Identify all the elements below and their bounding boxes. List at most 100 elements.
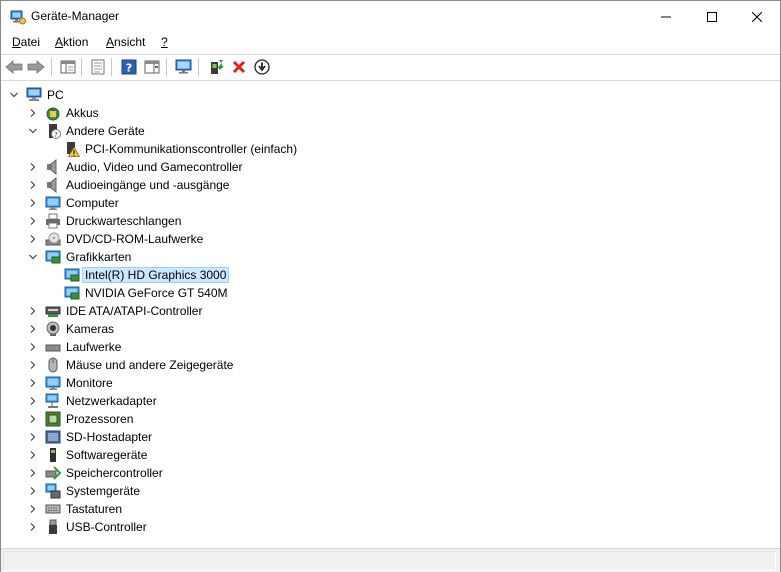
chevron-right-icon[interactable] bbox=[26, 411, 40, 427]
chevron-right-icon[interactable] bbox=[26, 393, 40, 409]
show-hide-console-tree-icon bbox=[60, 60, 76, 74]
tree-node-label: Grafikkarten bbox=[66, 250, 132, 264]
chevron-right-icon[interactable] bbox=[26, 357, 40, 373]
storage-controller-icon bbox=[45, 466, 61, 480]
printer-icon bbox=[46, 213, 60, 229]
close-button[interactable] bbox=[734, 1, 780, 32]
monitor-icon bbox=[45, 376, 61, 390]
tree-node-akkus[interactable]: Akkus bbox=[2, 104, 779, 122]
show-hide-console-tree-button[interactable] bbox=[58, 57, 78, 77]
menu-ansicht[interactable]: Ansicht bbox=[104, 35, 147, 49]
menu-datei-mnemonic: D bbox=[12, 35, 21, 49]
tree-node-monitore[interactable]: Monitore bbox=[2, 374, 779, 392]
chevron-right-icon[interactable] bbox=[26, 105, 40, 121]
menu-datei[interactable]: Datei bbox=[10, 35, 42, 49]
sd-host-icon bbox=[45, 430, 61, 444]
tree-node-netzwerkadapter[interactable]: Netzwerkadapter bbox=[2, 392, 779, 410]
chevron-right-icon[interactable] bbox=[26, 195, 40, 211]
tree-node-label: Audio, Video und Gamecontroller bbox=[66, 160, 243, 174]
speaker-icon bbox=[47, 177, 57, 193]
uninstall-device-button[interactable] bbox=[229, 57, 249, 77]
disk-drive-icon bbox=[45, 344, 61, 352]
device-manager-window: Geräte-Manager Datei Aktion Ansicht ? ? … bbox=[0, 0, 781, 572]
tree-node-systemgeraete[interactable]: Systemgeräte bbox=[2, 482, 779, 500]
disable-device-icon bbox=[254, 59, 270, 75]
menu-ansicht-label: nsicht bbox=[114, 35, 146, 49]
maximize-button[interactable] bbox=[689, 1, 735, 32]
keyboard-icon bbox=[45, 504, 61, 514]
tree-node-label: Speichercontroller bbox=[66, 466, 163, 480]
scan-hardware-icon bbox=[175, 59, 192, 74]
disable-device-button[interactable] bbox=[252, 57, 272, 77]
device-tree[interactable]: PC Akkus ? Andere Geräte PCI-Kommunikati… bbox=[2, 83, 779, 545]
tree-node-grafikkarten[interactable]: Grafikkarten bbox=[2, 248, 779, 266]
chevron-right-icon[interactable] bbox=[26, 231, 40, 247]
tree-node-tastaturen[interactable]: Tastaturen bbox=[2, 500, 779, 518]
device-manager-icon bbox=[10, 10, 26, 25]
battery-icon bbox=[46, 107, 60, 121]
chevron-right-icon[interactable] bbox=[26, 501, 40, 517]
tree-node-prozessoren[interactable]: Prozessoren bbox=[2, 410, 779, 428]
help-button[interactable]: ? bbox=[119, 57, 139, 77]
tree-node-label: Audioeingänge und -ausgänge bbox=[66, 178, 230, 192]
tree-node-label: Druckwarteschlangen bbox=[66, 214, 182, 228]
tree-node-andere-geraete[interactable]: ? Andere Geräte bbox=[2, 122, 779, 140]
back-button[interactable] bbox=[4, 57, 24, 77]
toolbar-separator bbox=[81, 58, 82, 76]
tree-node-audio-io[interactable]: Audioeingänge und -ausgänge bbox=[2, 176, 779, 194]
tree-node-audio-video[interactable]: Audio, Video und Gamecontroller bbox=[2, 158, 779, 176]
properties-button[interactable] bbox=[88, 57, 108, 77]
tree-node-nvidia-geforce[interactable]: NVIDIA GeForce GT 540M bbox=[2, 284, 779, 302]
tree-node-intel-hd-graphics[interactable]: Intel(R) HD Graphics 3000 bbox=[2, 266, 779, 284]
chevron-right-icon[interactable] bbox=[26, 429, 40, 445]
chevron-right-icon[interactable] bbox=[26, 321, 40, 337]
chevron-right-icon[interactable] bbox=[26, 177, 40, 193]
chevron-down-icon[interactable] bbox=[26, 123, 40, 139]
menu-help[interactable]: ? bbox=[159, 35, 170, 49]
tree-node-usb-controller[interactable]: USB-Controller bbox=[2, 518, 779, 536]
forward-icon bbox=[27, 60, 45, 74]
tree-node-laufwerke[interactable]: Laufwerke bbox=[2, 338, 779, 356]
tree-node-sd-hostadapter[interactable]: SD-Hostadapter bbox=[2, 428, 779, 446]
tree-node-druckwarteschlangen[interactable]: Druckwarteschlangen bbox=[2, 212, 779, 230]
toolbar-separator bbox=[166, 58, 167, 76]
svg-text:?: ? bbox=[54, 131, 58, 139]
tree-node-kameras[interactable]: Kameras bbox=[2, 320, 779, 338]
usb-icon bbox=[49, 519, 57, 534]
chevron-right-icon[interactable] bbox=[26, 213, 40, 229]
tree-node-speichercontroller[interactable]: Speichercontroller bbox=[2, 464, 779, 482]
chevron-right-icon[interactable] bbox=[26, 465, 40, 481]
tree-node-label: DVD/CD-ROM-Laufwerke bbox=[66, 232, 204, 246]
chevron-right-icon[interactable] bbox=[26, 519, 40, 535]
menu-aktion[interactable]: Aktion bbox=[53, 35, 90, 49]
chevron-right-icon[interactable] bbox=[26, 303, 40, 319]
show-action-pane-button[interactable] bbox=[142, 57, 162, 77]
window-title: Geräte-Manager bbox=[31, 9, 120, 23]
chevron-down-icon[interactable] bbox=[26, 249, 40, 265]
processor-icon bbox=[45, 411, 61, 427]
chevron-right-icon[interactable] bbox=[26, 339, 40, 355]
chevron-down-icon[interactable] bbox=[7, 87, 21, 103]
forward-button[interactable] bbox=[26, 57, 46, 77]
tree-node-softwaregeraete[interactable]: Softwaregeräte bbox=[2, 446, 779, 464]
tree-node-dvd-cdrom[interactable]: DVD/CD-ROM-Laufwerke bbox=[2, 230, 779, 248]
menu-bar: Datei Aktion Ansicht ? bbox=[1, 32, 780, 54]
tree-node-ide-ata[interactable]: IDE ATA/ATAPI-Controller bbox=[2, 302, 779, 320]
tree-node-computer[interactable]: Computer bbox=[2, 194, 779, 212]
minimize-button[interactable] bbox=[643, 1, 689, 32]
unknown-device-icon: ? bbox=[49, 124, 61, 139]
tree-node-maeuse[interactable]: Mäuse und andere Zeigegeräte bbox=[2, 356, 779, 374]
tree-node-label: Monitore bbox=[66, 376, 113, 390]
tree-node-label: Softwaregeräte bbox=[66, 448, 148, 462]
tree-node-pci-controller[interactable]: PCI-Kommunikationscontroller (einfach) bbox=[2, 140, 779, 158]
tree-node-label: SD-Hostadapter bbox=[66, 430, 153, 444]
chevron-right-icon[interactable] bbox=[26, 375, 40, 391]
update-driver-button[interactable] bbox=[206, 57, 226, 77]
tree-node-pc[interactable]: PC bbox=[2, 86, 779, 104]
scan-hardware-button[interactable] bbox=[174, 57, 194, 77]
status-bar bbox=[1, 548, 780, 572]
chevron-right-icon[interactable] bbox=[26, 483, 40, 499]
chevron-right-icon[interactable] bbox=[26, 447, 40, 463]
chevron-right-icon[interactable] bbox=[26, 159, 40, 175]
title-bar[interactable]: Geräte-Manager bbox=[1, 1, 780, 32]
